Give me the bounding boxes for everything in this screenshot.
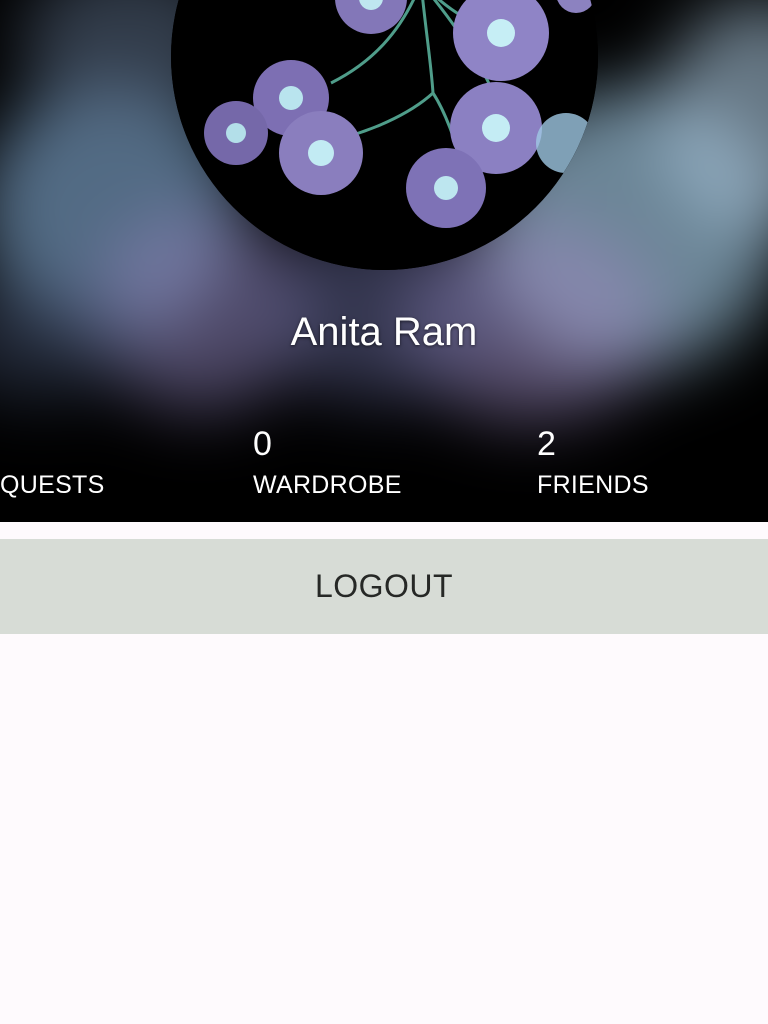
profile-header: Anita Ram QUESTS 0 WARDROBE 2 FRIENDS xyxy=(0,0,768,522)
friends-label: FRIENDS xyxy=(537,471,649,499)
logout-button[interactable]: LOGOUT xyxy=(0,539,768,634)
content-area xyxy=(0,634,768,1024)
wardrobe-count: 0 xyxy=(253,425,272,463)
friends-count: 2 xyxy=(537,425,556,463)
user-name: Anita Ram xyxy=(290,310,478,354)
wardrobe-label: WARDROBE xyxy=(253,471,402,499)
quests-label: QUESTS xyxy=(0,471,105,499)
